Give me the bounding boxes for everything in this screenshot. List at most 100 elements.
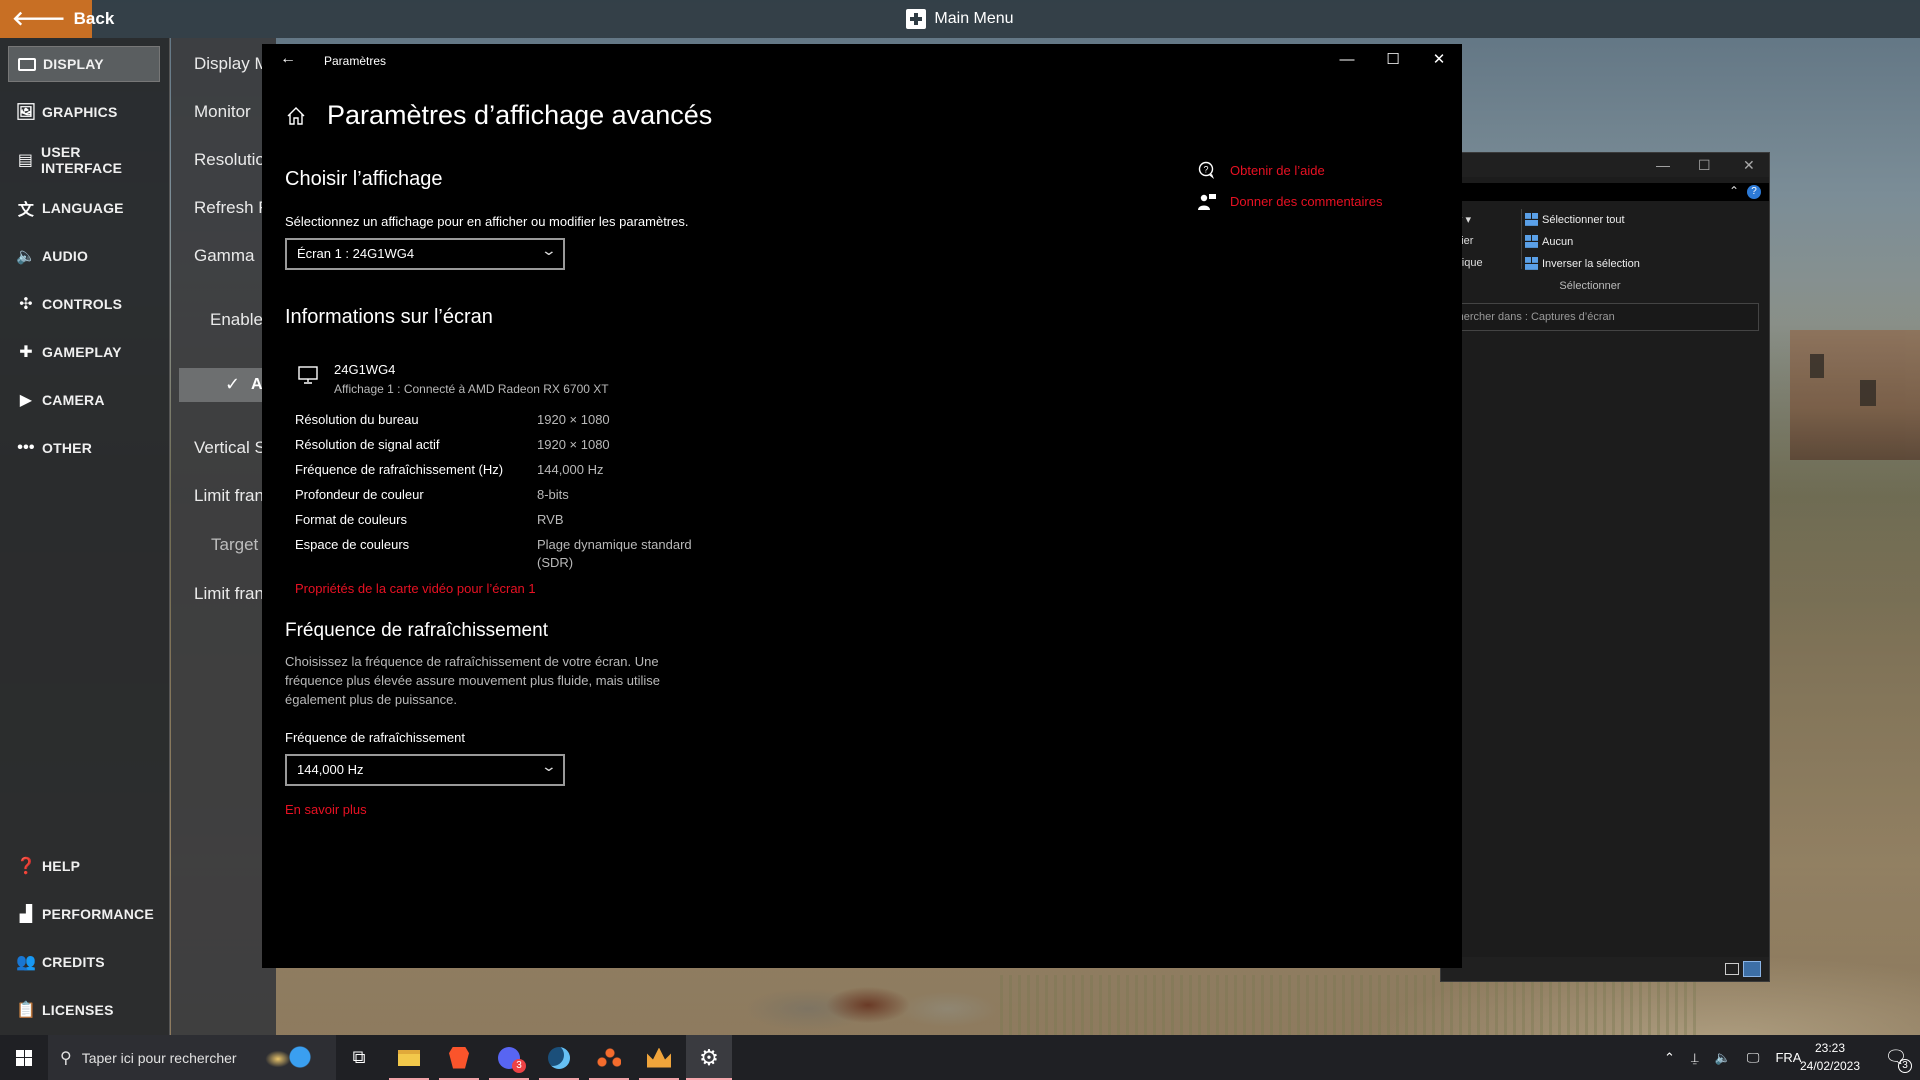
- info-label: Résolution du bureau: [295, 412, 419, 427]
- info-value: 144,000 Hz: [537, 462, 604, 477]
- sidebar-item-camera[interactable]: ▶ CAMERA: [8, 382, 160, 418]
- folder-icon: [398, 1049, 420, 1066]
- clock[interactable]: 23:23 24/02/2023: [1790, 1039, 1870, 1075]
- monitor-name: 24G1WG4: [334, 362, 396, 377]
- game-settings-sidebar: DISPLAY 🖼 GRAPHICS ▤ USER INTERFACE 文 LA…: [0, 38, 170, 1035]
- chevron-up-icon[interactable]: ⌃: [1664, 1050, 1675, 1066]
- help-icon[interactable]: ?: [1747, 185, 1761, 199]
- select-all-button[interactable]: Sélectionner tout: [1525, 213, 1625, 226]
- taskbar-search-placeholder: Taper ici pour rechercher: [81, 1049, 237, 1066]
- invert-selection-icon: [1525, 257, 1538, 270]
- volume-icon[interactable]: 🔈: [1715, 1050, 1731, 1066]
- refresh-rate-select[interactable]: 144,000 Hz ⌄: [285, 754, 565, 786]
- task-view-button[interactable]: ⧉: [336, 1035, 382, 1080]
- discord-badge: 3: [512, 1059, 526, 1073]
- game-launcher-app[interactable]: [636, 1035, 682, 1080]
- checkmark-icon: ✓: [225, 374, 241, 394]
- chat-help-icon: ?: [1198, 161, 1214, 179]
- people-icon: 👥: [15, 954, 37, 971]
- search-input[interactable]: echercher dans : Captures d’écran: [1441, 303, 1759, 331]
- info-value: RVB: [537, 512, 564, 527]
- sidebar-item-audio[interactable]: 🔈 AUDIO: [8, 238, 160, 274]
- sidebar-item-help[interactable]: ❓ HELP: [8, 848, 160, 884]
- task-view-icon: ⧉: [352, 1047, 366, 1067]
- sidebar-item-label: DISPLAY: [43, 56, 104, 72]
- sidebar-item-credits[interactable]: 👥 CREDITS: [8, 944, 160, 980]
- maximize-icon[interactable]: ☐: [1698, 157, 1711, 174]
- file-explorer-app[interactable]: [386, 1035, 432, 1080]
- refresh-rate-desc: fréquence plus élevée assure mouvement p…: [285, 673, 661, 688]
- sidebar-item-language[interactable]: 文 LANGUAGE: [8, 190, 160, 226]
- minimize-icon[interactable]: —: [1656, 157, 1670, 173]
- display-select[interactable]: Écran 1 : 24G1WG4 ⌄: [285, 238, 565, 270]
- steam-app[interactable]: [536, 1035, 582, 1080]
- info-label: Profondeur de couleur: [295, 487, 424, 502]
- sidebar-item-licenses[interactable]: 📋 LICENSES: [8, 992, 160, 1028]
- close-button[interactable]: ✕: [1416, 50, 1462, 70]
- select-none-button[interactable]: Aucun: [1525, 235, 1573, 248]
- setting-refresh-rate: Refresh R: [194, 198, 271, 217]
- start-button[interactable]: [0, 1035, 48, 1080]
- chevron-down-icon: ⌄: [540, 242, 558, 258]
- info-label: Résolution de signal actif: [295, 437, 440, 452]
- system-tray: ⌃ ⍊ 🔈 🖵 FRA: [1664, 1035, 1801, 1080]
- sidebar-item-gameplay[interactable]: ✚ GAMEPLAY: [8, 334, 160, 370]
- image-icon: 🖼: [15, 104, 37, 121]
- get-help-link[interactable]: Obtenir de l’aide: [1230, 163, 1325, 178]
- window-title: Paramètres: [324, 54, 387, 68]
- setting-monitor: Monitor: [194, 102, 251, 121]
- sidebar-item-other[interactable]: ••• OTHER: [8, 430, 160, 466]
- settings-app[interactable]: ⚙: [686, 1035, 732, 1080]
- explorer-titlebar: [1441, 153, 1769, 177]
- info-value: Plage dynamique standard: [537, 537, 692, 552]
- sidebar-item-label: LANGUAGE: [42, 200, 124, 216]
- maximize-button[interactable]: ☐: [1370, 50, 1416, 70]
- feedback-icon: [1198, 194, 1216, 210]
- info-value: 1920 × 1080: [537, 437, 610, 452]
- select-none-icon: [1525, 235, 1538, 248]
- learn-more-link[interactable]: En savoir plus: [285, 802, 367, 817]
- back-label: Back: [73, 9, 115, 28]
- thumbnail-view-icon[interactable]: [1743, 961, 1761, 977]
- setting-target: Target: [211, 535, 259, 554]
- adapter-properties-link[interactable]: Propriétés de la carte vidéo pour l’écra…: [295, 581, 536, 596]
- home-icon[interactable]: [286, 106, 306, 126]
- chevron-down-icon: ⌄: [540, 758, 558, 774]
- details-view-icon[interactable]: [1725, 963, 1739, 975]
- chevron-up-icon[interactable]: ⌃: [1729, 184, 1739, 198]
- setting-enable: Enable: [210, 310, 263, 329]
- main-menu-label[interactable]: Main Menu: [934, 10, 1013, 28]
- sidebar-item-performance[interactable]: ▟ PERFORMANCE: [8, 896, 160, 932]
- info-label: Format de couleurs: [295, 512, 407, 527]
- info-value: 8-bits: [537, 487, 569, 502]
- setting-display-mode: Display M: [194, 54, 269, 73]
- origin-app[interactable]: [586, 1035, 632, 1080]
- refresh-rate-desc: Choisissez la fréquence de rafraîchissem…: [285, 654, 659, 669]
- svg-text:?: ?: [1203, 165, 1208, 175]
- search-icon: ⚲: [60, 1049, 72, 1067]
- settings-window: ← Paramètres — ☐ ✕ Paramètres d’affichag…: [262, 44, 1462, 968]
- give-feedback-link[interactable]: Donner des commentaires: [1230, 194, 1382, 209]
- back-arrow-icon[interactable]: ←: [280, 50, 296, 68]
- device-icon[interactable]: ⍊: [1691, 1050, 1699, 1066]
- brave-app[interactable]: [436, 1035, 482, 1080]
- file-explorer-window: — ☐ ✕ ⌃ ? uvrir ▾ lodifier istorique Sél…: [1440, 152, 1770, 982]
- notification-button[interactable]: 🗨 3: [1876, 1035, 1916, 1080]
- sidebar-item-display[interactable]: DISPLAY: [8, 46, 160, 82]
- ribbon-divider: [1521, 209, 1522, 269]
- invert-selection-button[interactable]: Inverser la sélection: [1525, 257, 1640, 270]
- debris-pile: [748, 975, 998, 1035]
- clipboard-icon: 📋: [15, 1002, 37, 1019]
- sidebar-item-controls[interactable]: ✣ CONTROLS: [8, 286, 160, 322]
- back-button[interactable]: 🡐 Back: [0, 0, 114, 38]
- minimize-button[interactable]: —: [1324, 50, 1370, 70]
- discord-app[interactable]: 3: [486, 1035, 532, 1080]
- invert-selection-label: Inverser la sélection: [1542, 257, 1640, 270]
- taskbar-search[interactable]: ⚲ Taper ici pour rechercher: [48, 1035, 336, 1080]
- network-icon[interactable]: 🖵: [1747, 1050, 1760, 1066]
- sidebar-item-graphics[interactable]: 🖼 GRAPHICS: [8, 94, 160, 130]
- window-icon: ▤: [17, 152, 34, 169]
- close-icon[interactable]: ✕: [1743, 157, 1755, 174]
- sidebar-item-user-interface[interactable]: ▤ USER INTERFACE: [8, 142, 160, 178]
- page-title: Paramètres d’affichage avancés: [327, 100, 713, 130]
